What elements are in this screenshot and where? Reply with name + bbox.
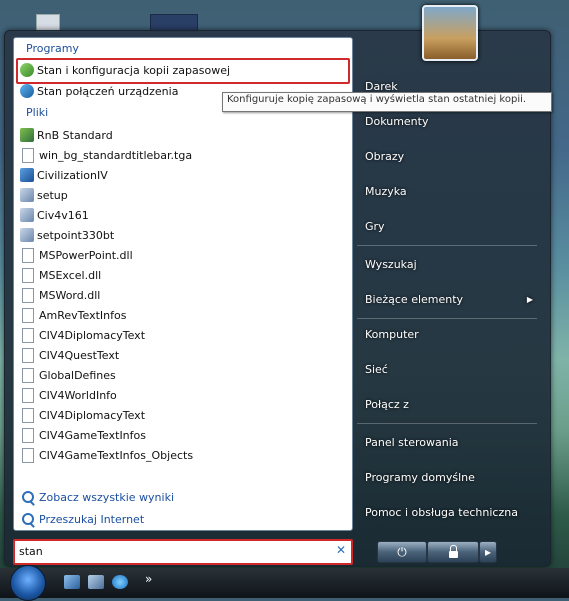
search-icon <box>22 491 34 503</box>
network-link[interactable]: Sieć <box>365 363 388 376</box>
show-desktop-icon[interactable] <box>64 575 80 589</box>
recent-items-label: Bieżące elementy <box>365 293 464 306</box>
file-result-label: CIV4DiplomacyText <box>39 408 146 422</box>
file-result-item[interactable]: CivilizationIV <box>20 166 108 184</box>
document-icon <box>22 147 34 163</box>
divider <box>357 245 537 246</box>
file-result-item[interactable]: MSExcel.dll <box>20 266 101 284</box>
file-result-item[interactable]: GlobalDefines <box>20 366 116 384</box>
document-icon <box>22 427 34 443</box>
file-result-label: setup <box>37 188 68 202</box>
file-result-label: CIV4QuestText <box>39 348 120 362</box>
power-icon: ⏻ <box>397 544 407 559</box>
file-result-label: AmRevTextInfos <box>39 308 127 322</box>
file-result-label: RnB Standard <box>37 128 113 142</box>
search-internet-label: Przeszukaj Internet <box>39 512 145 526</box>
see-all-results-link[interactable]: Zobacz wszystkie wyniki <box>20 488 174 506</box>
file-result-item[interactable]: CIV4GameTextInfos_Objects <box>20 446 193 464</box>
document-icon <box>22 367 34 383</box>
taskbar: » <box>0 565 569 601</box>
lock-icon <box>448 544 458 558</box>
search-link[interactable]: Wyszukaj <box>365 258 417 271</box>
help-support-link[interactable]: Pomoc i obsługa techniczna <box>365 506 518 519</box>
file-result-label: CIV4WorldInfo <box>39 388 117 402</box>
quicklaunch-more-icon[interactable]: » <box>145 572 152 586</box>
games-link[interactable]: Gry <box>365 220 385 233</box>
see-all-results-label: Zobacz wszystkie wyniki <box>39 490 175 504</box>
result-backup-status[interactable]: Stan i konfiguracja kopii zapasowej <box>20 61 230 79</box>
backup-icon <box>20 63 34 77</box>
file-result-item[interactable]: CIV4DiplomacyText <box>20 406 145 424</box>
power-button[interactable]: ⏻ <box>377 541 427 563</box>
sync-center-icon <box>20 84 34 98</box>
search-icon <box>22 513 34 525</box>
document-icon <box>22 407 34 423</box>
lock-button[interactable] <box>427 541 479 563</box>
divider <box>357 423 537 424</box>
file-result-item[interactable]: win_bg_standardtitlebar.tga <box>20 146 192 164</box>
document-icon <box>22 447 34 463</box>
dll-icon <box>22 267 34 283</box>
file-result-label: MSPowerPoint.dll <box>39 248 133 262</box>
setup-icon <box>20 188 34 202</box>
result-label: Stan połączeń urządzenia <box>37 84 179 98</box>
internet-explorer-icon[interactable] <box>112 575 128 589</box>
start-orb-button[interactable] <box>10 565 46 601</box>
result-label: Stan i konfiguracja kopii zapasowej <box>37 63 231 77</box>
user-avatar[interactable] <box>422 5 478 61</box>
file-result-item[interactable]: setup <box>20 186 68 204</box>
file-result-label: CIV4GameTextInfos_Objects <box>39 448 194 462</box>
arrow-right-icon: ▸ <box>484 545 492 559</box>
dll-icon <box>22 247 34 263</box>
search-internet-link[interactable]: Przeszukaj Internet <box>20 510 144 528</box>
document-icon <box>22 387 34 403</box>
file-result-label: CIV4GameTextInfos <box>39 428 146 442</box>
documents-link[interactable]: Dokumenty <box>365 115 428 128</box>
game-icon <box>20 128 34 142</box>
setup-icon <box>20 208 34 222</box>
files-header: Pliki <box>26 106 49 119</box>
search-input[interactable] <box>19 543 319 559</box>
file-result-label: Civ4v161 <box>37 208 89 222</box>
file-result-item[interactable]: setpoint330bt <box>20 226 114 244</box>
programs-header: Programy <box>26 42 79 55</box>
file-result-item[interactable]: MSPowerPoint.dll <box>20 246 133 264</box>
document-icon <box>22 307 34 323</box>
file-result-label: MSWord.dll <box>39 288 101 302</box>
divider <box>357 318 537 319</box>
power-options-button[interactable]: ▸ <box>479 541 497 563</box>
clear-search-icon[interactable]: ✕ <box>336 543 346 557</box>
file-result-label: GlobalDefines <box>39 368 116 382</box>
file-result-item[interactable]: CIV4DiplomacyText <box>20 326 145 344</box>
file-result-item[interactable]: CIV4GameTextInfos <box>20 426 146 444</box>
search-box[interactable]: ✕ <box>13 539 353 565</box>
music-link[interactable]: Muzyka <box>365 185 407 198</box>
document-icon <box>22 347 34 363</box>
submenu-arrow-icon: ▶ <box>526 295 533 304</box>
file-result-item[interactable]: Civ4v161 <box>20 206 89 224</box>
computer-link[interactable]: Komputer <box>365 328 419 341</box>
tooltip: Konfiguruje kopię zapasową i wyświetla s… <box>222 92 552 112</box>
document-icon <box>22 327 34 343</box>
file-result-item[interactable]: CIV4WorldInfo <box>20 386 117 404</box>
file-result-item[interactable]: AmRevTextInfos <box>20 306 126 324</box>
default-programs-link[interactable]: Programy domyślne <box>365 471 475 484</box>
file-result-label: MSExcel.dll <box>39 268 102 282</box>
app-icon <box>20 168 34 182</box>
control-panel-link[interactable]: Panel sterowania <box>365 436 459 449</box>
switch-windows-icon[interactable] <box>88 575 104 589</box>
file-result-item[interactable]: CIV4QuestText <box>20 346 119 364</box>
file-result-label: setpoint330bt <box>37 228 115 242</box>
connect-to-link[interactable]: Połącz z <box>365 398 409 411</box>
file-result-item[interactable]: MSWord.dll <box>20 286 100 304</box>
dll-icon <box>22 287 34 303</box>
setup-icon <box>20 228 34 242</box>
file-result-label: win_bg_standardtitlebar.tga <box>39 148 193 162</box>
recent-items-link[interactable]: Bieżące elementy ▶ <box>365 293 535 306</box>
pictures-link[interactable]: Obrazy <box>365 150 404 163</box>
file-result-label: CivilizationIV <box>37 168 108 182</box>
file-result-item[interactable]: RnB Standard <box>20 126 113 144</box>
result-sync-center[interactable]: Stan połączeń urządzenia <box>20 82 178 100</box>
file-result-label: CIV4DiplomacyText <box>39 328 146 342</box>
